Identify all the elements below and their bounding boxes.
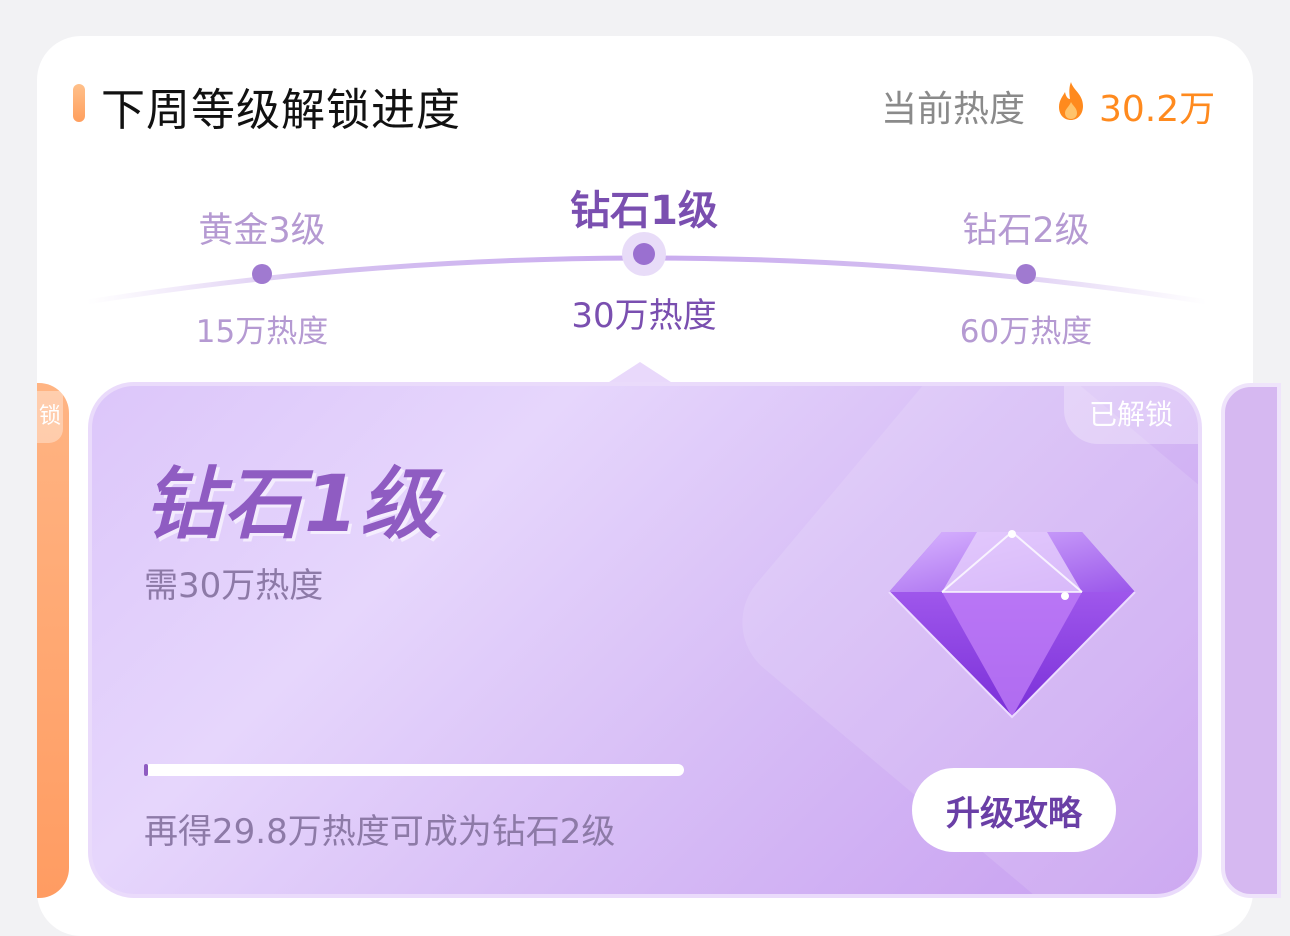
timeline-node-0 [252,264,272,284]
upgrade-guide-button[interactable]: 升级攻略 [912,768,1116,852]
timeline-level-name-current[interactable]: 钻石1级 [570,178,718,236]
timeline-node-1 [633,243,655,265]
unlocked-badge: 已解锁 [1064,386,1198,444]
current-heat-value: 30.2万 [1099,89,1216,130]
diamond-icon [888,530,1136,719]
timeline-level-name[interactable]: 钻石2级 [962,202,1089,253]
previous-card-lock-tag: 锁 [37,391,63,443]
remaining-heat-text: 再得29.8万热度可成为钻石2级 [144,812,616,852]
flame-icon [1059,82,1083,120]
progress-bar [144,764,684,776]
timeline-node-halo [622,232,666,276]
timeline-node-2 [1016,264,1036,284]
progress-fill [144,764,148,776]
previous-level-card[interactable]: 锁 [37,383,69,898]
timeline-level-name[interactable]: 黄金3级 [198,202,325,253]
timeline-level-heat-current: 30万热度 [571,296,717,336]
level-requirement: 需30万热度 [144,566,324,606]
timeline-level-heat: 60万热度 [959,314,1093,350]
card-pointer [606,362,674,384]
timeline-level-heat: 15万热度 [195,314,329,350]
next-level-card[interactable] [1221,383,1281,898]
current-heat-label: 当前热度 [881,89,1026,130]
level-title: 钻石1级 [144,460,441,550]
current-level-card: 已解锁 钻石1级 需30万热度 再得29.8万热度可成为钻石2级 升级攻略 [88,382,1202,898]
title-accent-bar [73,84,85,122]
section-title: 下周等级解锁进度 [101,85,461,136]
